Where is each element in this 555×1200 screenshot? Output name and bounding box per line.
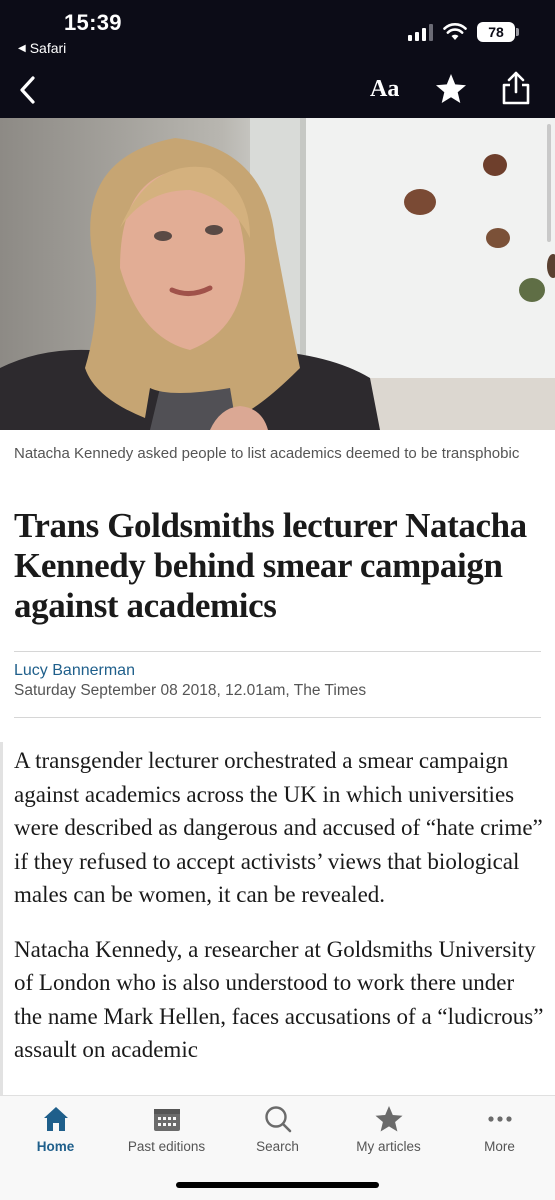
text-size-button[interactable]: Aa <box>370 76 399 103</box>
scroll-indicator[interactable] <box>547 124 551 242</box>
home-icon <box>43 1107 68 1131</box>
home-indicator[interactable] <box>176 1182 379 1188</box>
top-bar: 15:39 ◀ Safari 78 Aa <box>0 0 555 118</box>
article-hero-image <box>0 118 555 430</box>
status-indicators: 78 <box>408 22 519 42</box>
article-dateline: Saturday September 08 2018, 12.01am, The… <box>14 682 367 699</box>
article-paragraph: A transgender lecturer orchestrated a sm… <box>14 748 543 907</box>
article-body: A transgender lecturer orchestrated a sm… <box>14 744 544 1096</box>
image-caption: Natacha Kennedy asked people to list aca… <box>14 445 520 462</box>
star-icon <box>375 1106 402 1132</box>
share-icon[interactable] <box>500 70 532 106</box>
back-to-app-link[interactable]: ◀ Safari <box>18 40 66 56</box>
tab-label: Past editions <box>127 1139 206 1154</box>
tab-label: More <box>484 1139 515 1154</box>
tab-search[interactable]: Search <box>222 1096 333 1168</box>
search-icon <box>264 1106 291 1133</box>
article-paragraph: Natacha Kennedy, a researcher at Goldsmi… <box>14 936 544 1063</box>
divider <box>14 717 541 718</box>
tab-more[interactable]: More <box>444 1096 555 1168</box>
more-dots-icon <box>487 1116 512 1122</box>
cellular-signal-icon <box>408 23 433 41</box>
tab-my-articles[interactable]: My articles <box>333 1096 444 1168</box>
battery-icon: 78 <box>477 22 519 42</box>
divider <box>14 651 541 652</box>
author-link[interactable]: Lucy Bannerman <box>14 662 135 680</box>
body-margin-rule <box>0 742 3 1102</box>
article-headline: Trans Goldsmiths lecturer Natacha Kenned… <box>14 506 527 625</box>
tab-label: Home <box>36 1139 75 1154</box>
star-icon[interactable] <box>434 72 468 106</box>
tab-label: Search <box>256 1139 299 1154</box>
status-time: 15:39 <box>64 10 122 35</box>
back-triangle-icon: ◀ <box>18 42 26 54</box>
back-app-label: Safari <box>29 40 67 56</box>
hero-photo-illustration <box>0 118 555 430</box>
wifi-icon <box>443 23 467 41</box>
tab-label: My articles <box>356 1139 421 1154</box>
tab-home[interactable]: Home <box>0 1096 111 1168</box>
calendar-icon <box>153 1109 180 1131</box>
tab-past-editions[interactable]: Past editions <box>111 1096 222 1168</box>
back-chevron-icon[interactable] <box>14 72 42 108</box>
